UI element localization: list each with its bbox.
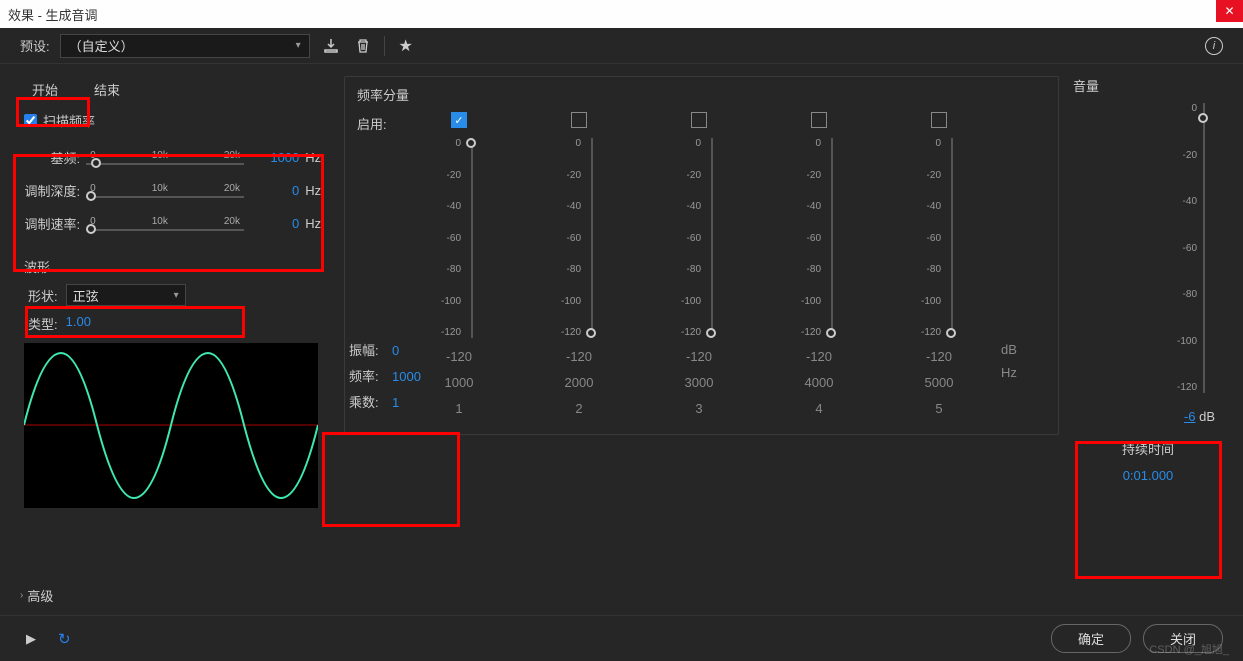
waveform-title: 波形: [20, 249, 330, 280]
enable-checkbox[interactable]: [811, 112, 827, 128]
save-preset-button[interactable]: [320, 35, 342, 57]
amp-slider[interactable]: [591, 138, 593, 338]
param-box: 振幅: 0 频率: 1000 乘数: 1: [338, 333, 468, 421]
enable-label: 启用:: [357, 112, 397, 133]
unit-label: Hz: [305, 216, 323, 231]
enable-checkbox[interactable]: [931, 112, 947, 128]
amp-slider[interactable]: [471, 138, 473, 338]
freq-label: 频率:: [349, 364, 384, 390]
preset-value: （自定义）: [69, 36, 134, 55]
unit-label: Hz: [305, 150, 323, 165]
slider-knob[interactable]: [86, 224, 96, 234]
unit-label: Hz: [305, 183, 323, 198]
chevron-down-icon: ▾: [296, 40, 301, 51]
info-button[interactable]: i: [1205, 37, 1223, 55]
sliders-group: 基频: 010k20k 1000 Hz 调制深度: 010k20k: [20, 136, 330, 249]
chevron-right-icon: ›: [20, 590, 23, 601]
amp-value[interactable]: 0: [392, 338, 399, 364]
base-freq-label: 基频:: [21, 148, 80, 167]
duration-label: 持续时间: [1082, 439, 1214, 458]
preset-label: 预设:: [20, 36, 50, 55]
volume-title: 音量: [1073, 76, 1223, 95]
slider-knob[interactable]: [91, 158, 101, 168]
preset-dropdown[interactable]: （自定义） ▾: [60, 34, 310, 58]
chevron-down-icon: ▾: [174, 290, 179, 301]
freq-value[interactable]: 1000: [392, 364, 421, 390]
watermark: CSDN @_旭旭_: [1149, 641, 1229, 657]
enable-checkbox[interactable]: ✓: [451, 112, 467, 128]
type-value[interactable]: 1.00: [66, 314, 91, 333]
volume-slider[interactable]: [1203, 103, 1205, 393]
ok-button[interactable]: 确定: [1051, 624, 1131, 653]
slider-knob[interactable]: [1198, 113, 1208, 123]
amp-slider[interactable]: [711, 138, 713, 338]
base-freq-value[interactable]: 1000: [250, 150, 299, 165]
slider-knob[interactable]: [466, 138, 476, 148]
tab-end[interactable]: 结束: [82, 76, 132, 103]
loop-icon: ↻: [58, 631, 71, 648]
shape-value: 正弦: [73, 286, 99, 305]
volume-unit: dB: [1199, 409, 1215, 424]
advanced-label: 高级: [27, 586, 53, 605]
separator: [384, 36, 385, 56]
close-icon: ✕: [1224, 4, 1234, 18]
star-icon: ★: [398, 36, 412, 56]
enable-checkbox[interactable]: [571, 112, 587, 128]
tab-start[interactable]: 开始: [20, 76, 70, 103]
enable-checkbox[interactable]: [691, 112, 707, 128]
waveform-display: [24, 343, 318, 508]
ok-label: 确定: [1078, 632, 1104, 647]
tab-start-label: 开始: [32, 83, 58, 98]
mult-value[interactable]: 1: [392, 390, 399, 416]
amp-slider[interactable]: [951, 138, 953, 338]
mod-rate-label: 调制速率:: [21, 214, 80, 233]
amp-slider[interactable]: [831, 138, 833, 338]
download-icon: [323, 38, 339, 54]
volume-value[interactable]: -6: [1184, 409, 1196, 424]
favorite-button[interactable]: ★: [395, 35, 417, 57]
mod-rate-slider[interactable]: [86, 229, 244, 231]
window-title: 效果 - 生成音调: [8, 5, 98, 24]
delete-preset-button[interactable]: [352, 35, 374, 57]
sweep-checkbox[interactable]: [24, 114, 37, 127]
mult-label: 乘数:: [349, 390, 384, 416]
freq-title: 频率分量: [357, 85, 1046, 104]
mod-depth-slider[interactable]: [86, 196, 244, 198]
mod-depth-value[interactable]: 0: [250, 183, 299, 198]
advanced-toggle[interactable]: › 高级: [20, 586, 53, 605]
shape-dropdown[interactable]: 正弦 ▾: [66, 284, 186, 306]
duration-value[interactable]: 0:01.000: [1082, 468, 1214, 483]
close-window-button[interactable]: ✕: [1216, 0, 1243, 22]
play-button[interactable]: ▶: [20, 627, 42, 651]
trash-icon: [355, 38, 371, 54]
slider-knob[interactable]: [86, 191, 96, 201]
shape-label: 形状:: [28, 286, 58, 305]
loop-button[interactable]: ↻: [52, 626, 77, 652]
mod-rate-value[interactable]: 0: [250, 216, 299, 231]
tab-end-label: 结束: [94, 83, 120, 98]
play-icon: ▶: [26, 631, 36, 646]
base-freq-slider[interactable]: [86, 163, 244, 165]
info-icon: i: [1213, 40, 1215, 52]
sweep-label: 扫描频率: [43, 111, 95, 130]
amp-label: 振幅:: [349, 338, 384, 364]
type-label: 类型:: [28, 314, 58, 333]
titlebar: 效果 - 生成音调: [0, 0, 1243, 28]
mod-depth-label: 调制深度:: [21, 181, 80, 200]
